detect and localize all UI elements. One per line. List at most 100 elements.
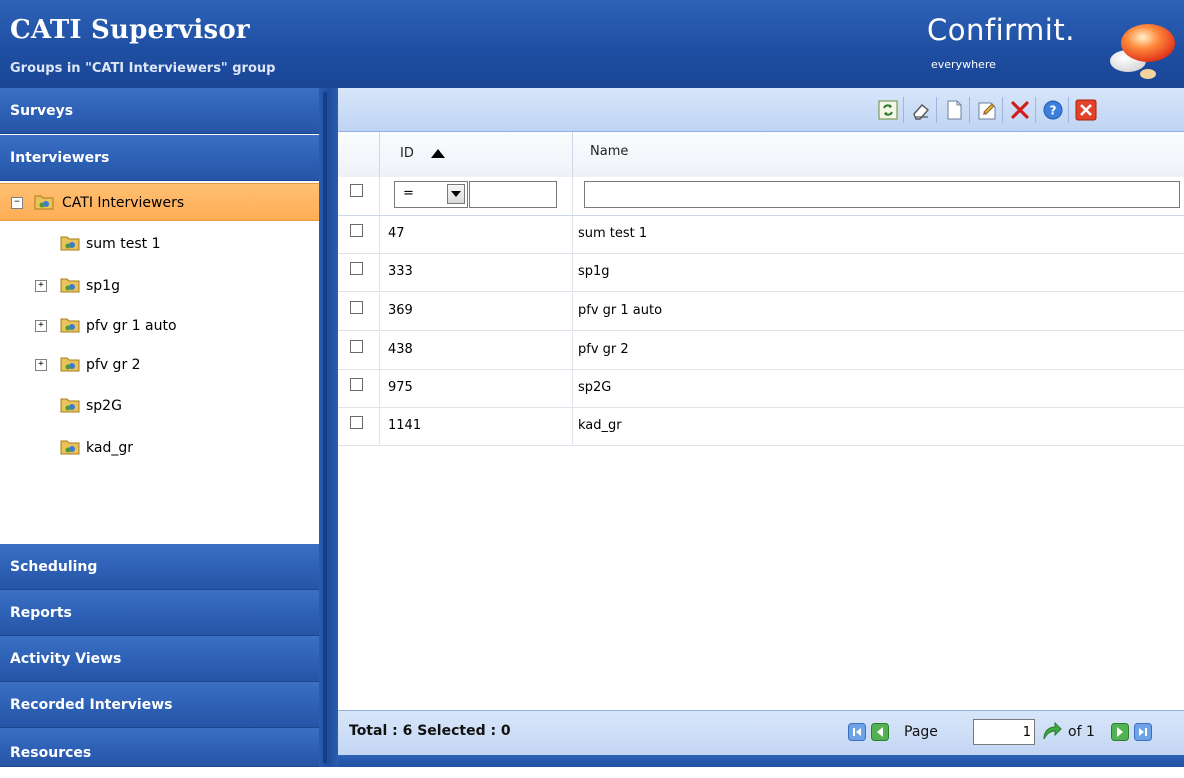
tree-item-sp2g[interactable]: sp2G — [0, 387, 319, 425]
tree-item-label: sum test 1 — [86, 236, 161, 252]
table-row[interactable]: 975 sp2G — [338, 370, 1184, 408]
tree-item-label: kad_gr — [86, 440, 133, 456]
table-row[interactable]: 369 pfv gr 1 auto — [338, 293, 1184, 331]
panel-splitter[interactable] — [319, 88, 338, 767]
column-header-name[interactable]: Name — [573, 132, 1184, 177]
column-divider — [379, 332, 380, 370]
sidebar-section-resources[interactable]: Resources — [0, 728, 319, 767]
svg-text:?: ? — [1050, 104, 1057, 118]
expand-icon[interactable]: + — [35, 320, 47, 332]
tree-item-label: sp2G — [86, 398, 122, 414]
row-name-cell: sp2G — [578, 380, 612, 395]
column-divider — [572, 332, 573, 370]
table-row[interactable]: 333 sp1g — [338, 254, 1184, 292]
footer-strip — [338, 755, 1184, 767]
header-select-column — [338, 132, 380, 177]
expand-icon[interactable]: + — [35, 359, 47, 371]
column-divider — [379, 216, 380, 254]
grid-footer: Total : 6 Selected : 0 Page of 1 — [338, 710, 1184, 755]
column-divider — [572, 254, 573, 292]
group-folder-icon — [34, 195, 54, 210]
toolbar-separator — [903, 97, 904, 123]
tree-item-kad-gr[interactable]: kad_gr — [0, 429, 319, 467]
name-filter-input[interactable] — [584, 181, 1180, 208]
help-icon[interactable]: ? — [1042, 99, 1064, 121]
column-divider — [379, 370, 380, 408]
row-name-cell: kad_gr — [578, 418, 622, 433]
table-row[interactable]: 1141 kad_gr — [338, 408, 1184, 446]
toolbar-separator — [1035, 97, 1036, 123]
page-label: Page — [904, 724, 938, 740]
tree-item-cati-interviewers[interactable]: − CATI Interviewers — [0, 183, 319, 221]
go-arrow-icon[interactable] — [1041, 721, 1063, 741]
row-id-cell: 438 — [388, 342, 413, 357]
group-folder-icon — [60, 236, 80, 251]
group-folder-icon — [60, 440, 80, 455]
column-divider — [572, 293, 573, 331]
row-id-cell: 1141 — [388, 418, 422, 433]
row-id-cell: 975 — [388, 380, 413, 395]
splitter-handle[interactable] — [323, 92, 327, 763]
close-icon[interactable] — [1075, 99, 1097, 121]
last-page-icon[interactable] — [1134, 723, 1152, 741]
row-id-cell: 369 — [388, 303, 413, 318]
row-checkbox[interactable] — [350, 262, 363, 275]
group-folder-icon — [60, 398, 80, 413]
tree-item-label: pfv gr 1 auto — [86, 318, 177, 334]
new-document-icon[interactable] — [943, 99, 965, 121]
refresh-icon[interactable] — [877, 99, 899, 121]
row-id-cell: 333 — [388, 264, 413, 279]
sidebar-section-scheduling[interactable]: Scheduling — [0, 544, 319, 590]
eraser-icon[interactable] — [910, 99, 932, 121]
tree-item-sp1g[interactable]: + sp1g — [0, 267, 319, 305]
app-title: CATI Supervisor — [10, 15, 250, 45]
table-row[interactable]: 438 pfv gr 2 — [338, 332, 1184, 370]
column-divider — [379, 254, 380, 292]
row-checkbox[interactable] — [350, 340, 363, 353]
row-checkbox[interactable] — [350, 378, 363, 391]
tree-item-pfv-gr-1-auto[interactable]: + pfv gr 1 auto — [0, 307, 319, 345]
chevron-down-icon[interactable] — [447, 184, 465, 204]
expand-icon[interactable]: + — [35, 280, 47, 292]
delete-icon[interactable] — [1009, 99, 1031, 121]
row-checkbox[interactable] — [350, 224, 363, 237]
tree-item-pfv-gr-2[interactable]: + pfv gr 2 — [0, 346, 319, 384]
sidebar-section-interviewers[interactable]: Interviewers — [0, 135, 319, 181]
sort-ascending-icon — [431, 149, 445, 158]
table-row[interactable]: 47 sum test 1 — [338, 216, 1184, 254]
toolbar-separator — [1002, 97, 1003, 123]
page-number-input[interactable] — [973, 719, 1035, 745]
row-name-cell: pfv gr 1 auto — [578, 303, 663, 318]
edit-icon[interactable] — [976, 99, 998, 121]
tree-item-sum-test-1[interactable]: sum test 1 — [0, 225, 319, 263]
column-divider — [572, 216, 573, 254]
row-name-cell: sum test 1 — [578, 226, 648, 241]
brand-logo-text: Confirmit. — [927, 13, 1075, 47]
column-divider — [379, 177, 380, 215]
toolbar-separator — [1068, 97, 1069, 123]
sidebar-section-activity-views[interactable]: Activity Views — [0, 636, 319, 682]
group-folder-icon — [60, 318, 80, 333]
column-divider — [379, 408, 380, 446]
id-filter-input[interactable] — [469, 181, 557, 208]
previous-page-icon[interactable] — [871, 723, 889, 741]
row-checkbox[interactable] — [350, 301, 363, 314]
column-divider — [572, 177, 573, 215]
main-panel: ? ID Name = 47 sum test 1 333 sp1g 369 p… — [338, 88, 1184, 767]
page-subtitle: Groups in "CATI Interviewers" group — [10, 61, 276, 76]
select-all-checkbox[interactable] — [350, 184, 363, 197]
next-page-icon[interactable] — [1111, 723, 1129, 741]
first-page-icon[interactable] — [848, 723, 866, 741]
brand-logo-bubble-icon — [1110, 24, 1175, 79]
tree-item-label: pfv gr 2 — [86, 357, 141, 373]
grid-header: ID Name — [338, 132, 1184, 178]
row-checkbox[interactable] — [350, 416, 363, 429]
collapse-icon[interactable]: − — [11, 197, 23, 209]
column-header-id[interactable]: ID — [380, 132, 573, 177]
sidebar-section-recorded-interviews[interactable]: Recorded Interviews — [0, 682, 319, 728]
sidebar-section-surveys[interactable]: Surveys — [0, 88, 319, 134]
sidebar-section-reports[interactable]: Reports — [0, 590, 319, 636]
id-filter-operator-select[interactable]: = — [394, 181, 468, 208]
filter-operator-value: = — [403, 186, 414, 201]
grid-toolbar: ? — [338, 88, 1184, 132]
